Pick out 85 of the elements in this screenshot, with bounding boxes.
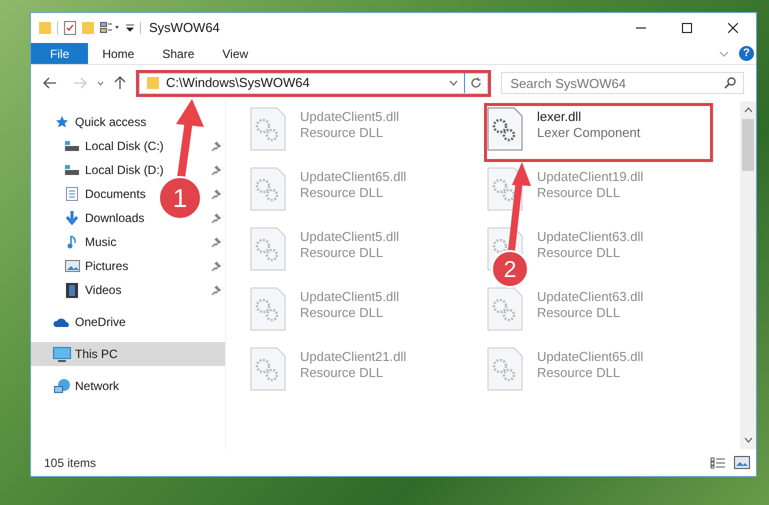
- search-icon[interactable]: [724, 77, 736, 89]
- pin-icon[interactable]: [211, 189, 221, 199]
- sidebar-item[interactable]: Local Disk (D:): [63, 161, 164, 179]
- file-name: UpdateClient19.dll: [537, 169, 644, 185]
- properties-icon[interactable]: [100, 22, 120, 34]
- chevron-down-icon[interactable]: [449, 80, 458, 86]
- close-icon[interactable]: [728, 23, 738, 33]
- folder-icon: [146, 76, 160, 90]
- film-icon: [63, 282, 81, 298]
- minimize-icon[interactable]: [636, 27, 646, 29]
- pin-icon[interactable]: [211, 285, 221, 295]
- sidebar-item[interactable]: Music: [63, 233, 116, 251]
- dll-file-icon: [487, 107, 523, 151]
- up-arrow-icon[interactable]: [114, 76, 126, 90]
- file-name: UpdateClient5.dll: [300, 109, 400, 125]
- dll-file-icon: [250, 107, 286, 151]
- file-type: Resource DLL: [300, 305, 384, 321]
- file-type: Resource DLL: [300, 185, 384, 201]
- file-item[interactable]: lexer.dll Lexer Component: [537, 107, 640, 141]
- window-title: SysWOW64: [149, 19, 220, 38]
- file-name: UpdateClient5.dll: [300, 289, 400, 305]
- picture-icon: [63, 260, 81, 272]
- dll-file-icon: [250, 167, 286, 211]
- ribbon-tab[interactable]: View: [208, 43, 262, 64]
- file-type: Resource DLL: [537, 305, 622, 321]
- globe-computer-icon: [53, 378, 71, 394]
- sidebar-item[interactable]: Downloads: [63, 209, 144, 227]
- file-type: Resource DLL: [300, 125, 384, 141]
- sidebar-item[interactable]: This PC: [53, 345, 118, 363]
- sidebar-item[interactable]: Documents: [63, 185, 146, 203]
- ribbon-tab[interactable]: Share: [148, 43, 208, 64]
- file-name: lexer.dll: [537, 109, 582, 125]
- file-name: UpdateClient21.dll: [300, 349, 406, 365]
- pin-icon[interactable]: [211, 141, 221, 151]
- address-bar[interactable]: C:\Windows\SysWOW64: [138, 72, 488, 94]
- item-count: 105 items: [44, 454, 96, 472]
- sidebar-item[interactable]: Network: [53, 377, 120, 395]
- chevron-down-icon[interactable]: [96, 80, 104, 86]
- pin-icon[interactable]: [211, 165, 221, 175]
- dll-file-icon: [250, 347, 286, 391]
- file-type: Lexer Component: [537, 125, 640, 141]
- ribbon-tab[interactable]: File: [31, 43, 88, 64]
- checklist-icon[interactable]: [64, 21, 76, 35]
- file-type: Resource DLL: [537, 245, 622, 261]
- help-button[interactable]: ?: [739, 46, 754, 61]
- monitor-icon: [53, 346, 71, 362]
- pin-icon[interactable]: [211, 213, 221, 223]
- drive-icon: [63, 140, 81, 152]
- document-icon: [63, 187, 81, 201]
- scrollbar-thumb[interactable]: [742, 119, 754, 171]
- sidebar-item[interactable]: Local Disk (C:): [63, 137, 164, 155]
- refresh-icon[interactable]: [470, 77, 482, 89]
- sidebar-item[interactable]: Pictures: [63, 257, 128, 275]
- scroll-down-icon[interactable]: [744, 437, 752, 443]
- file-name: UpdateClient65.dll: [537, 349, 644, 365]
- address-path: C:\Windows\SysWOW64: [166, 74, 310, 92]
- pin-icon[interactable]: [211, 237, 221, 247]
- download-arrow-icon: [63, 211, 81, 225]
- customize-dropdown-icon[interactable]: [126, 24, 134, 32]
- sidebar-item[interactable]: Videos: [63, 281, 122, 299]
- maximize-icon[interactable]: [682, 23, 692, 33]
- scrollbar[interactable]: [740, 101, 756, 449]
- file-type: Resource DLL: [300, 365, 384, 381]
- back-arrow-icon[interactable]: [43, 77, 57, 89]
- dll-file-icon: [487, 347, 523, 391]
- dll-file-icon: [250, 227, 286, 271]
- file-name: UpdateClient65.dll: [300, 169, 406, 185]
- file-name: UpdateClient63.dll: [537, 229, 644, 245]
- large-icons-view-icon[interactable]: [734, 456, 750, 469]
- details-view-icon[interactable]: [710, 456, 726, 468]
- sidebar-item[interactable]: Quick access: [53, 113, 146, 131]
- file-name: UpdateClient5.dll: [300, 229, 400, 245]
- sidebar-item[interactable]: OneDrive: [53, 313, 126, 331]
- file-type: Resource DLL: [537, 185, 622, 201]
- drive-icon: [63, 164, 81, 176]
- file-type: Resource DLL: [537, 365, 622, 381]
- dll-file-icon: [250, 287, 286, 331]
- file-type: Resource DLL: [300, 245, 384, 261]
- pin-icon[interactable]: [211, 261, 221, 271]
- file-name: UpdateClient63.dll: [537, 289, 644, 305]
- search-field[interactable]: Search SysWOW64: [501, 72, 744, 94]
- scroll-up-icon[interactable]: [744, 107, 752, 113]
- ribbon-tab[interactable]: Home: [88, 43, 148, 64]
- cloud-icon: [53, 316, 71, 328]
- dll-file-icon: [487, 287, 523, 331]
